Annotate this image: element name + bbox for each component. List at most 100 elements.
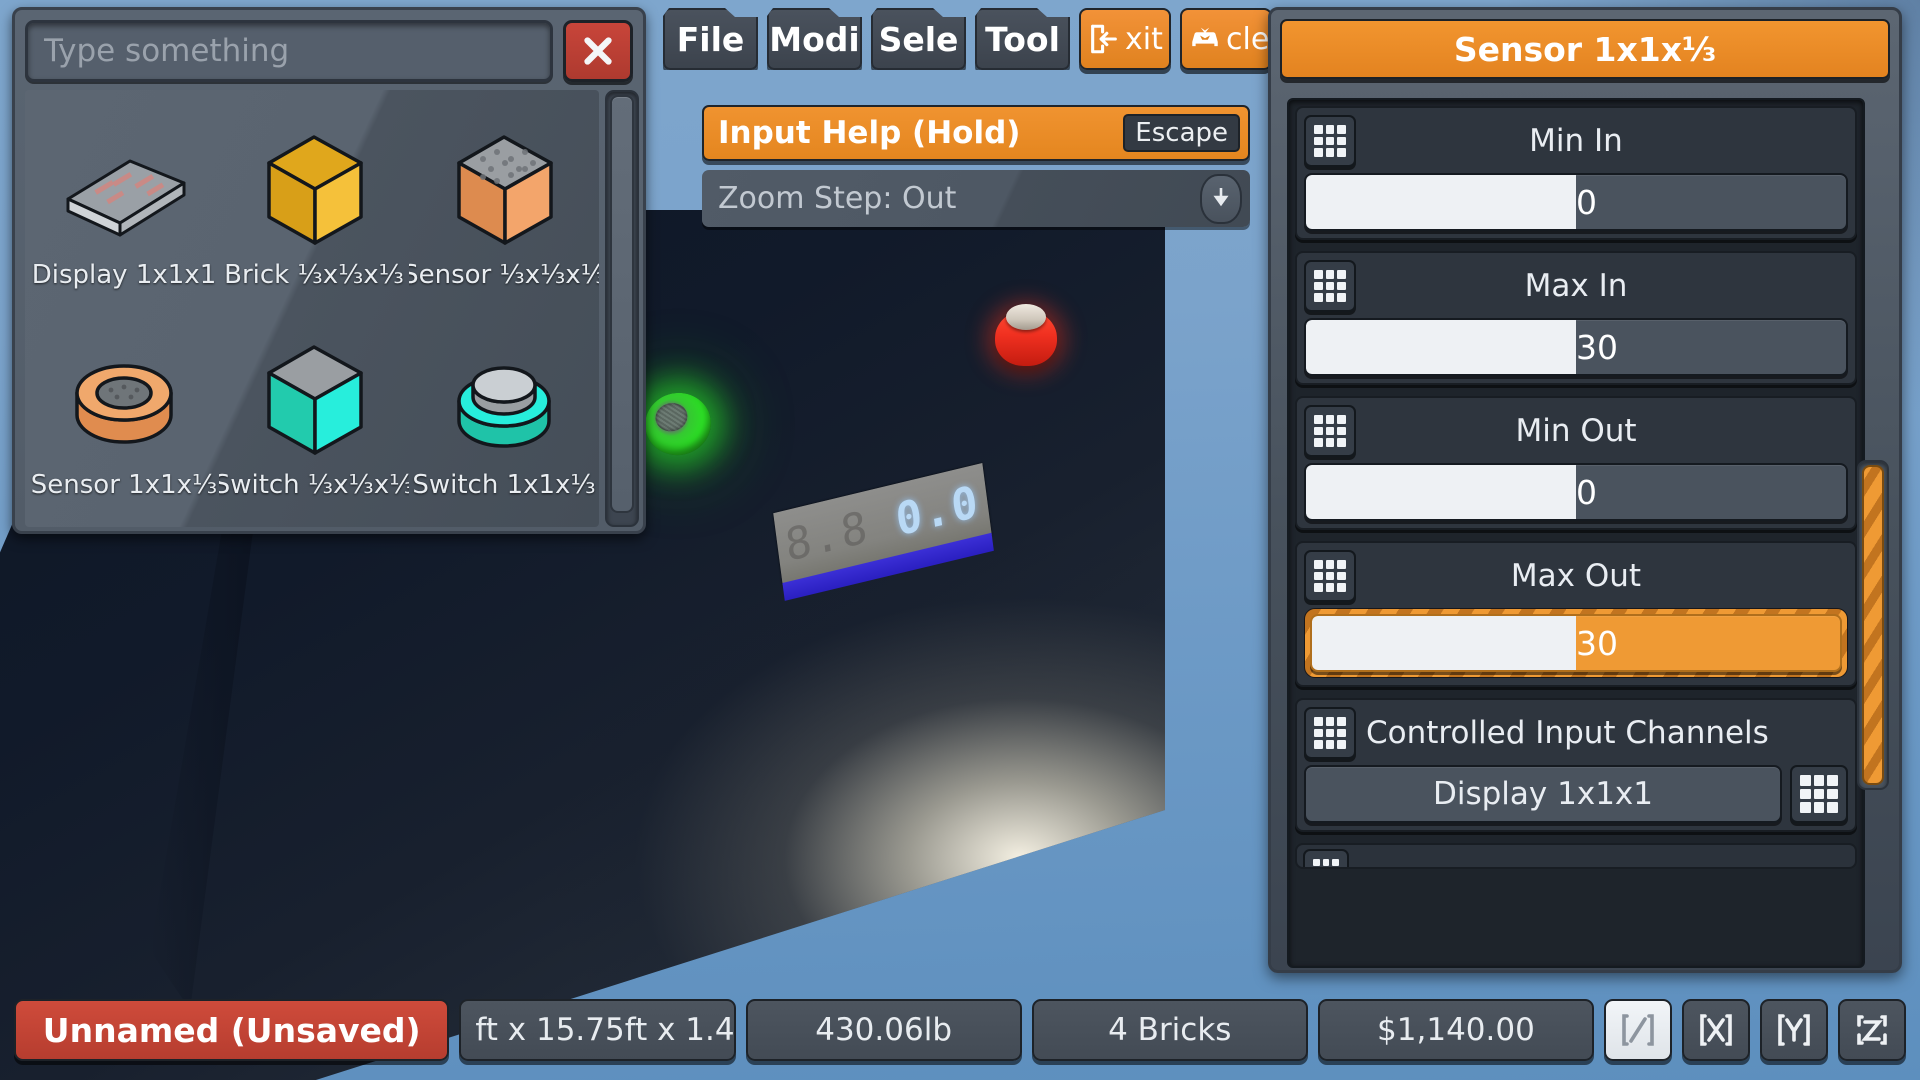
property-head: Max In <box>1304 260 1848 312</box>
axis-free-icon <box>1622 1014 1654 1046</box>
grid-menu-icon[interactable] <box>1304 550 1356 602</box>
brick-cube-icon <box>219 120 409 260</box>
slider-value: 30 <box>1576 327 1618 367</box>
property-head: Controlled Input Channels <box>1304 707 1848 759</box>
display-brick-icon <box>29 120 219 260</box>
search-input[interactable] <box>25 20 553 82</box>
property-row-min-out: Min Out 0 <box>1295 396 1857 530</box>
menu-tab-label: Modi <box>769 19 860 59</box>
menu-tab-label: Sele <box>878 19 959 59</box>
property-label: Min Out <box>1515 413 1637 449</box>
vehicle-icon <box>1192 27 1218 47</box>
grid-menu-icon[interactable] <box>1790 765 1848 823</box>
grid-menu-icon[interactable] <box>1303 849 1349 867</box>
property-head: Min In <box>1304 115 1848 167</box>
sensor-cube-icon <box>409 120 599 260</box>
parts-browser-panel: Display 1x1x1 Brick ⅓x⅓x⅓ <box>12 7 646 534</box>
axis-x-icon <box>1700 1014 1732 1046</box>
grid-menu-icon[interactable] <box>1304 260 1356 312</box>
sensor-ring-icon <box>29 330 219 470</box>
part-item-sensor-1x1x-third[interactable]: Sensor 1x1x⅓ <box>29 304 219 514</box>
properties-panel: Sensor 1x1x⅓ Min In 0 Max In 30 Min Out … <box>1268 7 1902 973</box>
grid-menu-icon[interactable] <box>1304 115 1356 167</box>
parts-scrollbar-thumb[interactable] <box>610 95 634 514</box>
property-row-partial <box>1295 843 1857 869</box>
status-bar: Unnamed (Unsaved) ft x 15.75ft x 1.4 430… <box>0 980 1920 1080</box>
escape-key-badge: Escape <box>1123 114 1240 152</box>
grid-menu-icon[interactable] <box>1304 707 1356 759</box>
search-row <box>25 20 633 82</box>
properties-title: Sensor 1x1x⅓ <box>1280 19 1890 79</box>
part-label: Sensor ⅓x⅓x⅓ <box>409 260 599 290</box>
axis-y-button[interactable] <box>1760 999 1829 1061</box>
part-label: Switch ⅓x⅓x⅓ <box>219 470 409 500</box>
property-row-max-in: Max In 30 <box>1295 251 1857 385</box>
property-label: Max In <box>1524 268 1628 304</box>
part-label: Brick ⅓x⅓x⅓ <box>224 260 404 290</box>
slider-min-out[interactable]: 0 <box>1304 463 1848 521</box>
properties-list: Min In 0 Max In 30 Min Out 0 Max Out 30 … <box>1287 98 1865 968</box>
brick-count-readout: 4 Bricks <box>1031 999 1308 1061</box>
part-item-display-1x1x1[interactable]: Display 1x1x1 <box>29 94 219 304</box>
input-help-header: Input Help (Hold) Escape <box>702 105 1250 161</box>
exit-button[interactable]: xit <box>1079 8 1171 70</box>
slider-value: 0 <box>1576 182 1597 222</box>
slider-max-out[interactable]: 30 <box>1310 614 1842 672</box>
property-label: Max Out <box>1510 558 1642 594</box>
input-help-row-label: Zoom Step: Out <box>718 181 957 216</box>
slider-value: 0 <box>1576 472 1597 512</box>
part-item-switch-third[interactable]: Switch ⅓x⅓x⅓ <box>219 304 409 514</box>
axis-z-button[interactable] <box>1838 999 1907 1061</box>
axis-y-icon <box>1778 1014 1810 1046</box>
red-button-object[interactable] <box>995 304 1057 366</box>
property-head: Min Out <box>1304 405 1848 457</box>
parts-grid: Display 1x1x1 Brick ⅓x⅓x⅓ Sensor ⅓x⅓x⅓ S… <box>25 90 599 527</box>
slider-value: 30 <box>1576 623 1618 663</box>
menu-tab-label: Tool <box>985 19 1060 59</box>
property-head: Max Out <box>1304 550 1848 602</box>
part-label: Display 1x1x1 <box>31 260 217 290</box>
part-label: Sensor 1x1x⅓ <box>30 470 218 500</box>
properties-scrollbar-thumb[interactable] <box>1862 465 1884 785</box>
part-item-brick-third[interactable]: Brick ⅓x⅓x⅓ <box>219 94 409 304</box>
input-help-row-zoom-step: Zoom Step: Out <box>702 170 1250 227</box>
input-help-title: Input Help (Hold) <box>718 115 1021 151</box>
parts-body: Display 1x1x1 Brick ⅓x⅓x⅓ Sensor ⅓x⅓x⅓ S… <box>25 90 639 527</box>
part-item-sensor-third[interactable]: Sensor ⅓x⅓x⅓ <box>409 94 599 304</box>
weight-readout: 430.06lb <box>745 999 1022 1061</box>
menu-tab-tools[interactable]: Tool <box>975 8 1070 70</box>
vehicle-button-label: cle <box>1226 21 1270 57</box>
properties-scrollbar[interactable] <box>1857 460 1889 790</box>
property-label: Controlled Input Channels <box>1366 715 1769 751</box>
close-icon <box>584 37 612 65</box>
slider-max-in[interactable]: 30 <box>1304 318 1848 376</box>
menu-tab-file[interactable]: File <box>663 8 758 70</box>
vehicle-button[interactable]: cle <box>1180 8 1272 70</box>
property-row-max-out: Max Out 30 <box>1295 541 1857 687</box>
axis-x-button[interactable] <box>1682 999 1751 1061</box>
axis-z-icon <box>1857 1015 1887 1045</box>
menu-bar: File Modi Sele Tool xit cle <box>663 8 1272 70</box>
price-readout: $1,140.00 <box>1317 999 1595 1061</box>
channel-row: Display 1x1x1 <box>1304 765 1848 823</box>
dimensions-readout: ft x 15.75ft x 1.4 <box>459 999 736 1061</box>
slider-max-out-highlight: 30 <box>1304 608 1848 678</box>
property-row-min-in: Min In 0 <box>1295 106 1857 240</box>
switch-cube-icon <box>219 330 409 470</box>
project-name-button[interactable]: Unnamed (Unsaved) <box>14 999 450 1061</box>
switch-button-icon <box>409 330 599 470</box>
menu-tab-modify[interactable]: Modi <box>767 8 862 70</box>
menu-tab-select[interactable]: Sele <box>871 8 966 70</box>
property-row-controlled-input-channels: Controlled Input Channels Display 1x1x1 <box>1295 698 1857 832</box>
slider-min-in[interactable]: 0 <box>1304 173 1848 231</box>
axis-free-button[interactable] <box>1604 999 1673 1061</box>
part-item-switch-1x1x-third[interactable]: Switch 1x1x⅓ <box>409 304 599 514</box>
parts-scrollbar[interactable] <box>605 90 639 527</box>
input-help-panel: Input Help (Hold) Escape Zoom Step: Out <box>702 105 1250 227</box>
part-label: Switch 1x1x⅓ <box>412 470 596 500</box>
close-panel-button[interactable] <box>563 20 633 82</box>
grid-menu-icon[interactable] <box>1304 405 1356 457</box>
property-label: Min In <box>1529 123 1623 159</box>
mouse-scroll-down-icon <box>1200 173 1242 224</box>
channel-select-display[interactable]: Display 1x1x1 <box>1304 765 1782 823</box>
